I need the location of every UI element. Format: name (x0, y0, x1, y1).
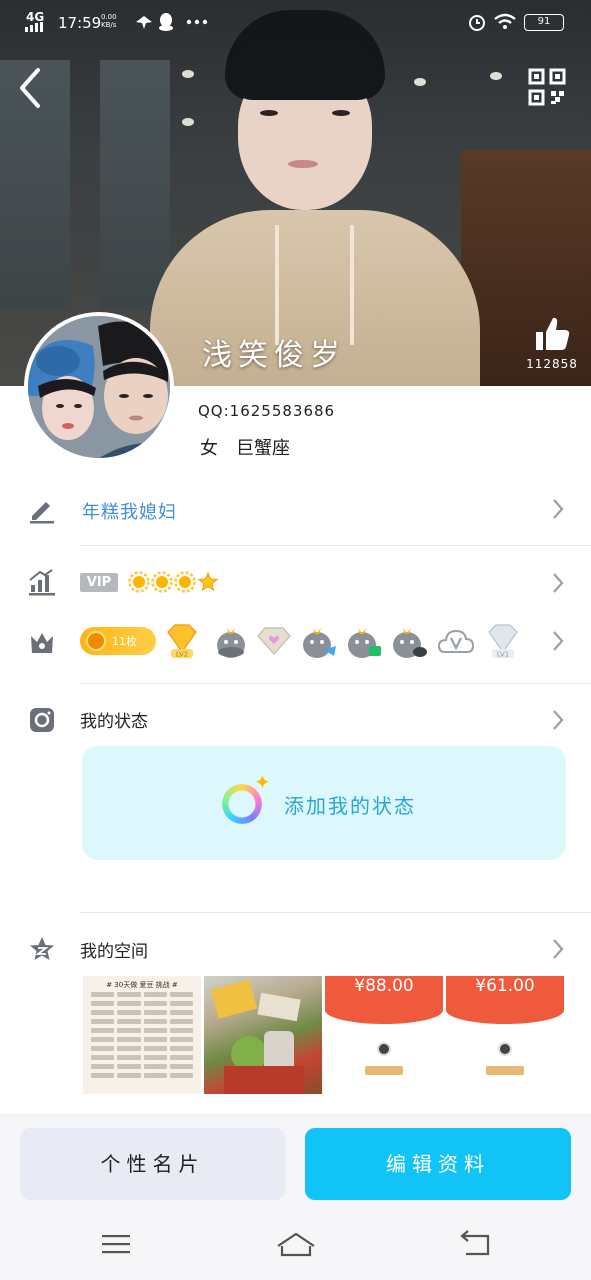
red-packet-logo-icon (377, 1042, 391, 1056)
add-status-card[interactable]: ✦ 添加我的状态 (82, 746, 566, 860)
home-nav-button[interactable] (274, 1224, 318, 1264)
qq-number: QQ:1625583686 (198, 402, 336, 420)
qzone-star-icon (30, 937, 54, 960)
return-icon (460, 1230, 490, 1256)
qq-penguin-icon (159, 13, 173, 31)
my-space-title: 我的空间 (80, 942, 148, 962)
thumbs-up-icon (536, 317, 570, 350)
gender: 女 (200, 438, 218, 459)
diamond-lv1-icon[interactable]: LV1 (484, 622, 522, 660)
edit-pencil-icon (30, 502, 54, 524)
divider (80, 545, 591, 546)
chevron-right-icon[interactable] (550, 629, 566, 653)
heart-diamond-icon[interactable] (255, 622, 293, 660)
personal-card-button[interactable]: 个性名片 (20, 1128, 285, 1200)
divider (80, 912, 591, 913)
menu-icon (102, 1235, 130, 1254)
like-count: 112858 (526, 357, 578, 371)
sun-level-icon (174, 571, 196, 593)
battery-indicator: 91 (524, 14, 564, 31)
chevron-right-icon[interactable] (550, 708, 566, 732)
signal-icon (25, 22, 43, 32)
red-packet-amount: ¥88.00 (354, 976, 414, 996)
red-packet-button (486, 1066, 524, 1075)
cloud-vip-icon[interactable] (437, 622, 475, 660)
qr-code-icon (528, 68, 566, 106)
ceiling-light (490, 72, 502, 80)
penguin-blue-badge-icon[interactable] (300, 622, 338, 660)
level-growth-icon (29, 569, 55, 596)
snacks-photo (210, 979, 304, 1094)
more-notifications-icon (186, 19, 208, 25)
menu-nav-button[interactable] (94, 1224, 138, 1264)
my-status-title: 我的状态 (80, 712, 148, 732)
red-packet-logo-icon (498, 1042, 512, 1056)
sun-level-icon (128, 571, 150, 593)
edit-profile-button[interactable]: 编辑资料 (305, 1128, 571, 1200)
svg-text:LV1: LV1 (497, 651, 509, 659)
back-arrow-icon (20, 68, 40, 108)
signature-text[interactable]: 年糕我媳妇 (82, 498, 177, 524)
qr-code-button[interactable] (528, 68, 566, 106)
sun-level-icon (151, 571, 173, 593)
alarm-icon (469, 15, 485, 31)
avatar[interactable] (24, 312, 174, 462)
star-level-icon (197, 571, 219, 592)
avatar-photo (28, 316, 170, 458)
home-icon (277, 1232, 315, 1257)
camera-status-icon (30, 708, 54, 732)
back-button[interactable] (14, 66, 54, 110)
coin-count: 11枚 (112, 635, 137, 648)
vip-badge[interactable]: VIP (80, 573, 118, 592)
diamond-lv2-icon[interactable]: LV2 (163, 622, 201, 660)
penguin-green-badge-icon[interactable] (345, 622, 383, 660)
red-packet-amount: ¥61.00 (475, 976, 535, 996)
penguin-badge-icon[interactable] (212, 622, 250, 660)
chevron-right-icon[interactable] (550, 497, 566, 521)
red-packet-button (365, 1066, 403, 1075)
space-photo-red-packet-2[interactable]: ¥61.00 (446, 976, 564, 1094)
sparkle-icon: ✦ (254, 770, 271, 794)
nickname: 浅笑俊岁 (202, 338, 346, 373)
crown-icon (31, 633, 53, 653)
calendar-title: # 30天做 爱豆 挑战 # (106, 981, 178, 989)
space-photo-snacks[interactable] (204, 976, 322, 1094)
space-photo-red-packet-1[interactable]: ¥88.00 (325, 976, 443, 1094)
coin-badge[interactable]: 11枚 (80, 627, 156, 655)
chevron-right-icon[interactable] (550, 571, 566, 595)
svg-text:LV2: LV2 (176, 651, 188, 659)
calendar-grid (91, 992, 193, 1078)
like-button[interactable]: 112858 (524, 314, 580, 376)
coin-icon (86, 631, 106, 651)
clock: 17:59 (58, 14, 102, 32)
divider (80, 683, 591, 684)
back-nav-button[interactable] (454, 1224, 498, 1264)
chevron-right-icon[interactable] (550, 937, 566, 961)
zodiac: 巨蟹座 (236, 438, 290, 459)
add-status-label: 添加我的状态 (284, 794, 416, 818)
basic-info: 女巨蟹座 (200, 434, 308, 460)
space-photo-calendar[interactable]: # 30天做 爱豆 挑战 # (83, 976, 201, 1094)
status-bar: 4G 17:59 0.00 KB/s 91 (0, 0, 591, 44)
app-notification-icon (136, 16, 152, 29)
network-speed: 0.00 KB/s (101, 13, 117, 29)
penguin-dark-badge-icon[interactable] (390, 622, 428, 660)
wifi-icon (494, 13, 516, 29)
